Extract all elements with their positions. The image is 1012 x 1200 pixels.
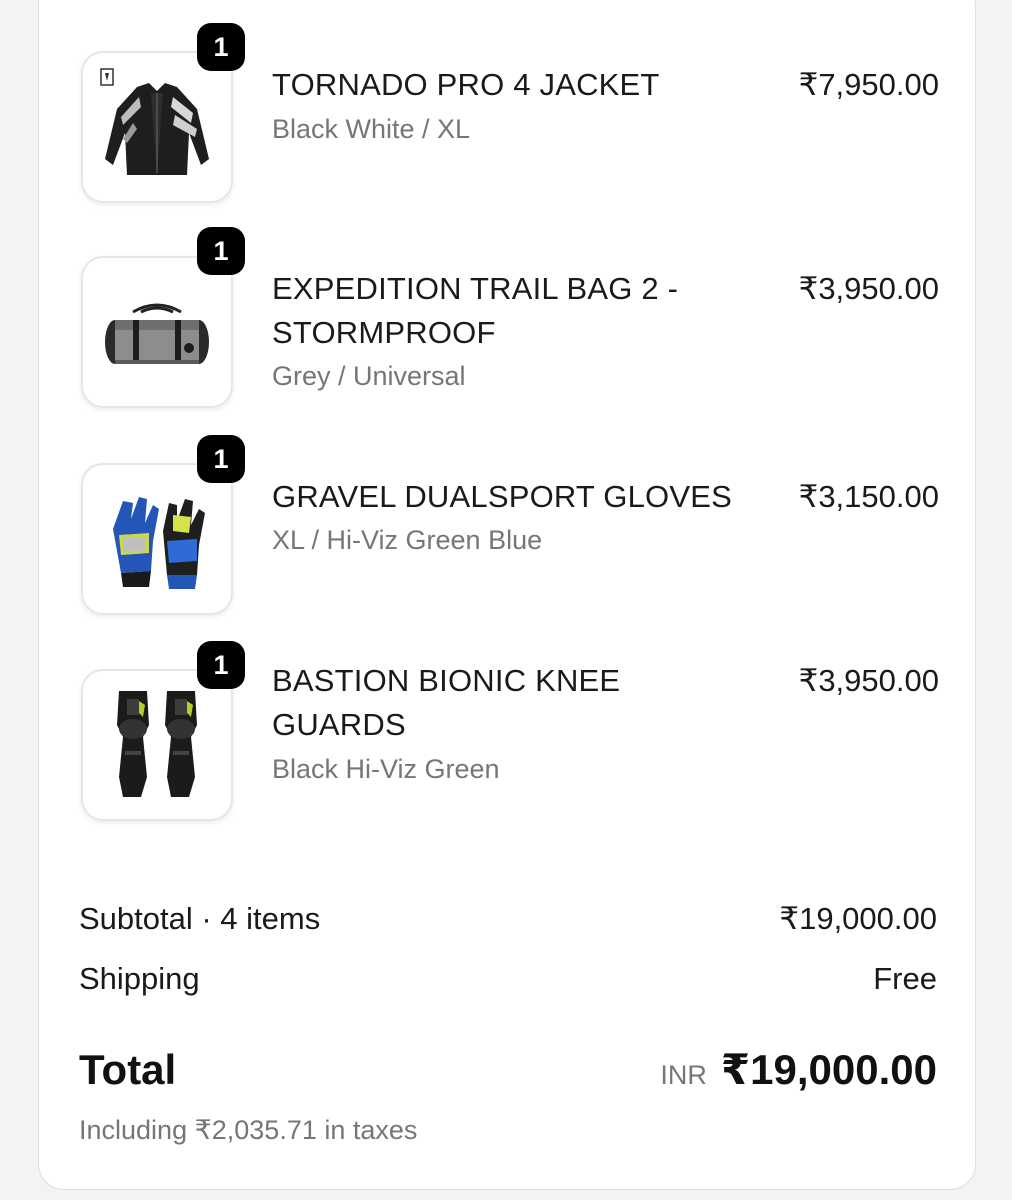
product-name[interactable]: GRAVEL DUALSPORT GLOVES	[272, 475, 742, 519]
total-label: Total	[79, 1046, 177, 1093]
product-name[interactable]: BASTION BIONIC KNEE GUARDS	[272, 659, 742, 747]
product-name-line: BASTION BIONIC KNEE	[272, 663, 621, 698]
product-variant: Black Hi-Viz Green	[272, 754, 500, 784]
subtotal-label: Subtotal · 4 items	[79, 901, 321, 936]
product-variant: Grey / Universal	[272, 361, 466, 391]
product-name-line: GUARDS	[272, 707, 406, 742]
product-name[interactable]: TORNADO PRO 4 JACKET	[272, 63, 742, 107]
quantity-badge: 1	[197, 641, 245, 689]
shipping-value: Free	[873, 961, 937, 996]
line-price: ₹7,950.00	[798, 67, 939, 102]
tax-note: Including ₹2,035.71 in taxes	[79, 1115, 418, 1145]
line-price: ₹3,950.00	[798, 271, 939, 306]
product-variant: XL / Hi-Viz Green Blue	[272, 525, 543, 555]
order-summary-card: 1 TORNADO PRO 4 JACKET Black White / XL …	[38, 0, 976, 1190]
duffel-bag-icon	[105, 303, 209, 364]
quantity-badge: 1	[197, 435, 245, 483]
line-price: ₹3,150.00	[798, 479, 939, 514]
line-price: ₹3,950.00	[798, 663, 939, 698]
currency-code: INR	[660, 1060, 707, 1090]
knee-guards-icon	[117, 691, 197, 797]
jacket-icon	[100, 68, 209, 175]
total-row: Total INR ₹19,000.00	[79, 1045, 937, 1094]
gloves-icon	[113, 497, 205, 589]
product-thumbnail[interactable]	[81, 51, 233, 203]
total-amount-group: INR ₹19,000.00	[660, 1045, 937, 1094]
product-name-line: TORNADO PRO 4 JACKET	[272, 67, 660, 102]
product-thumbnail[interactable]	[81, 669, 233, 821]
total-value: ₹19,000.00	[720, 1046, 937, 1093]
product-name[interactable]: EXPEDITION TRAIL BAG 2 - STORMPROOF	[272, 267, 742, 355]
quantity-badge: 1	[197, 23, 245, 71]
product-name-line: STORMPROOF	[272, 315, 496, 350]
subtotal-row: Subtotal · 4 items ₹19,000.00	[79, 899, 937, 939]
shipping-row: Shipping Free	[79, 959, 937, 999]
product-thumbnail[interactable]	[81, 463, 233, 615]
product-thumbnail[interactable]	[81, 256, 233, 408]
product-name-line: GRAVEL DUALSPORT GLOVES	[272, 479, 733, 514]
subtotal-value: ₹19,000.00	[779, 901, 937, 936]
product-variant: Black White / XL	[272, 114, 471, 144]
quantity-badge: 1	[197, 227, 245, 275]
product-name-line: EXPEDITION TRAIL BAG 2 -	[272, 271, 679, 306]
shipping-label: Shipping	[79, 961, 200, 996]
